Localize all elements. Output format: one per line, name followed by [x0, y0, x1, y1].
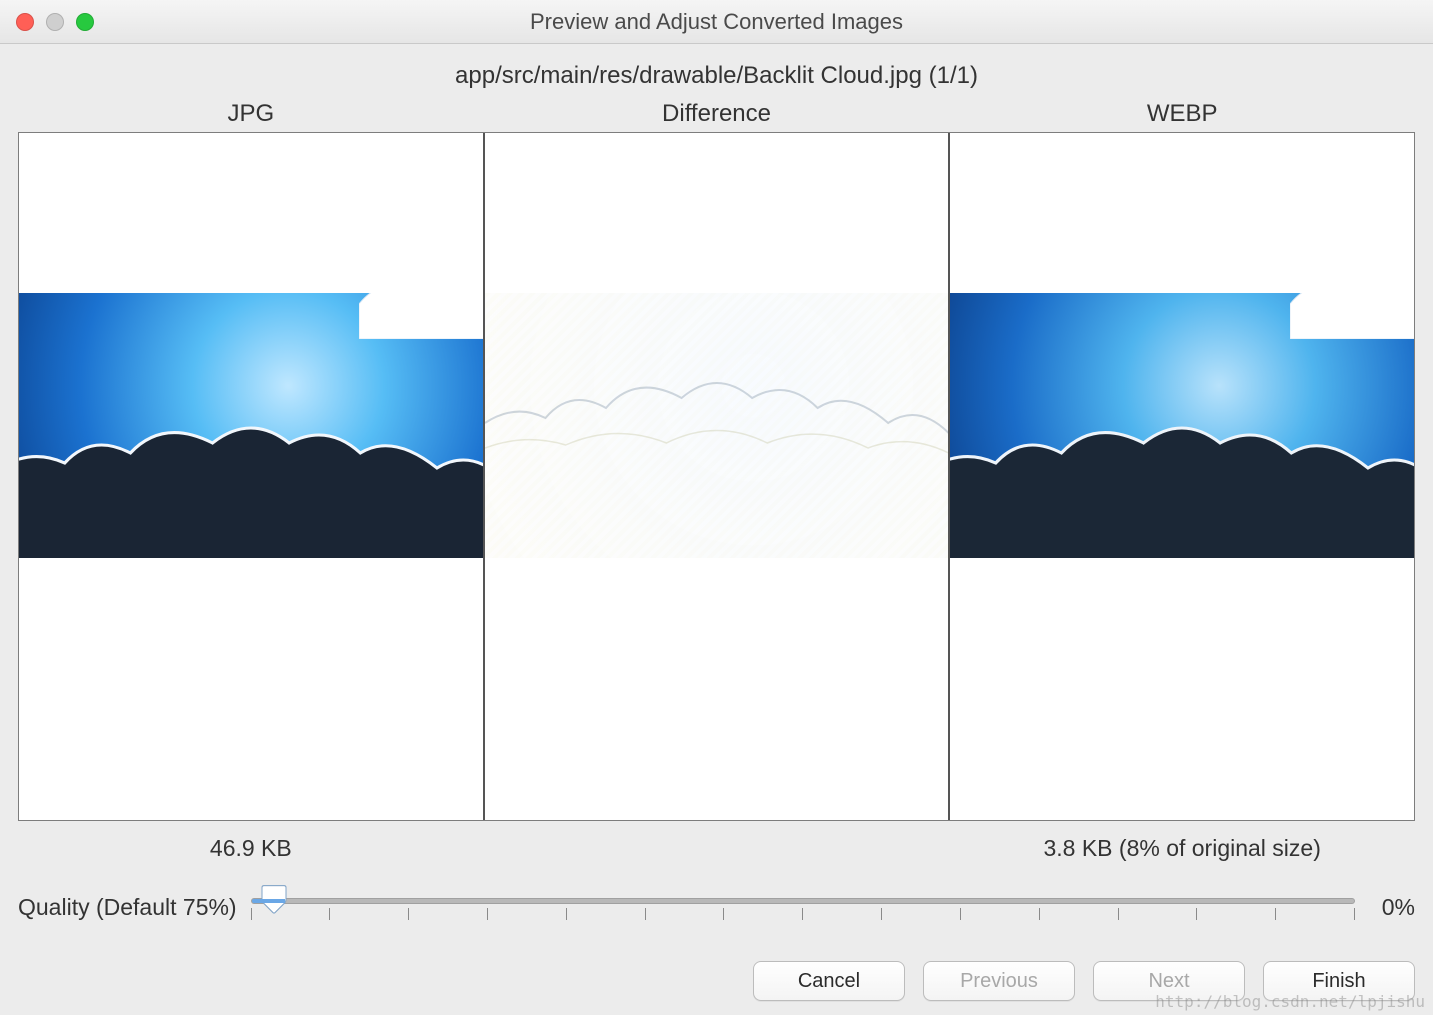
cloud-highlight-icon [359, 293, 483, 339]
quality-label: Quality (Default 75%) [18, 892, 237, 921]
titlebar: Preview and Adjust Converted Images [0, 0, 1433, 44]
finish-button[interactable]: Finish [1263, 961, 1415, 1001]
previous-button[interactable]: Previous [923, 961, 1075, 1001]
preview-row [18, 132, 1415, 821]
slider-thumb-icon[interactable] [261, 884, 287, 914]
preview-panel-webp[interactable] [950, 133, 1414, 820]
cloud-highlight-icon [1290, 293, 1414, 339]
quality-value: 0% [1369, 892, 1415, 921]
quality-row: Quality (Default 75%) 0% [18, 892, 1415, 921]
preview-image-webp [950, 293, 1414, 558]
window-title: Preview and Adjust Converted Images [14, 9, 1419, 35]
minimize-icon[interactable] [46, 13, 64, 31]
size-labels: 46.9 KB 3.8 KB (8% of original size) [18, 835, 1415, 862]
slider-ticks [251, 908, 1355, 920]
column-header-webp: WEBP [949, 100, 1415, 128]
preview-image-difference [485, 293, 949, 558]
preview-panel-jpg[interactable] [19, 133, 485, 820]
cloud-dark-icon [19, 408, 483, 558]
next-button[interactable]: Next [1093, 961, 1245, 1001]
close-icon[interactable] [16, 13, 34, 31]
converted-size: 3.8 KB (8% of original size) [949, 835, 1415, 862]
original-size: 46.9 KB [18, 835, 484, 862]
cloud-dark-icon [950, 408, 1414, 558]
file-path: app/src/main/res/drawable/Backlit Cloud.… [18, 62, 1415, 90]
column-headers: JPG Difference WEBP [18, 100, 1415, 128]
window-controls [16, 13, 94, 31]
cancel-button[interactable]: Cancel [753, 961, 905, 1001]
column-header-jpg: JPG [18, 100, 484, 128]
quality-slider[interactable] [251, 892, 1355, 920]
preview-panel-difference[interactable] [485, 133, 951, 820]
preview-image-jpg [19, 293, 483, 558]
zoom-icon[interactable] [76, 13, 94, 31]
column-header-difference: Difference [484, 100, 950, 128]
footer-buttons: Cancel Previous Next Finish [18, 961, 1415, 1001]
